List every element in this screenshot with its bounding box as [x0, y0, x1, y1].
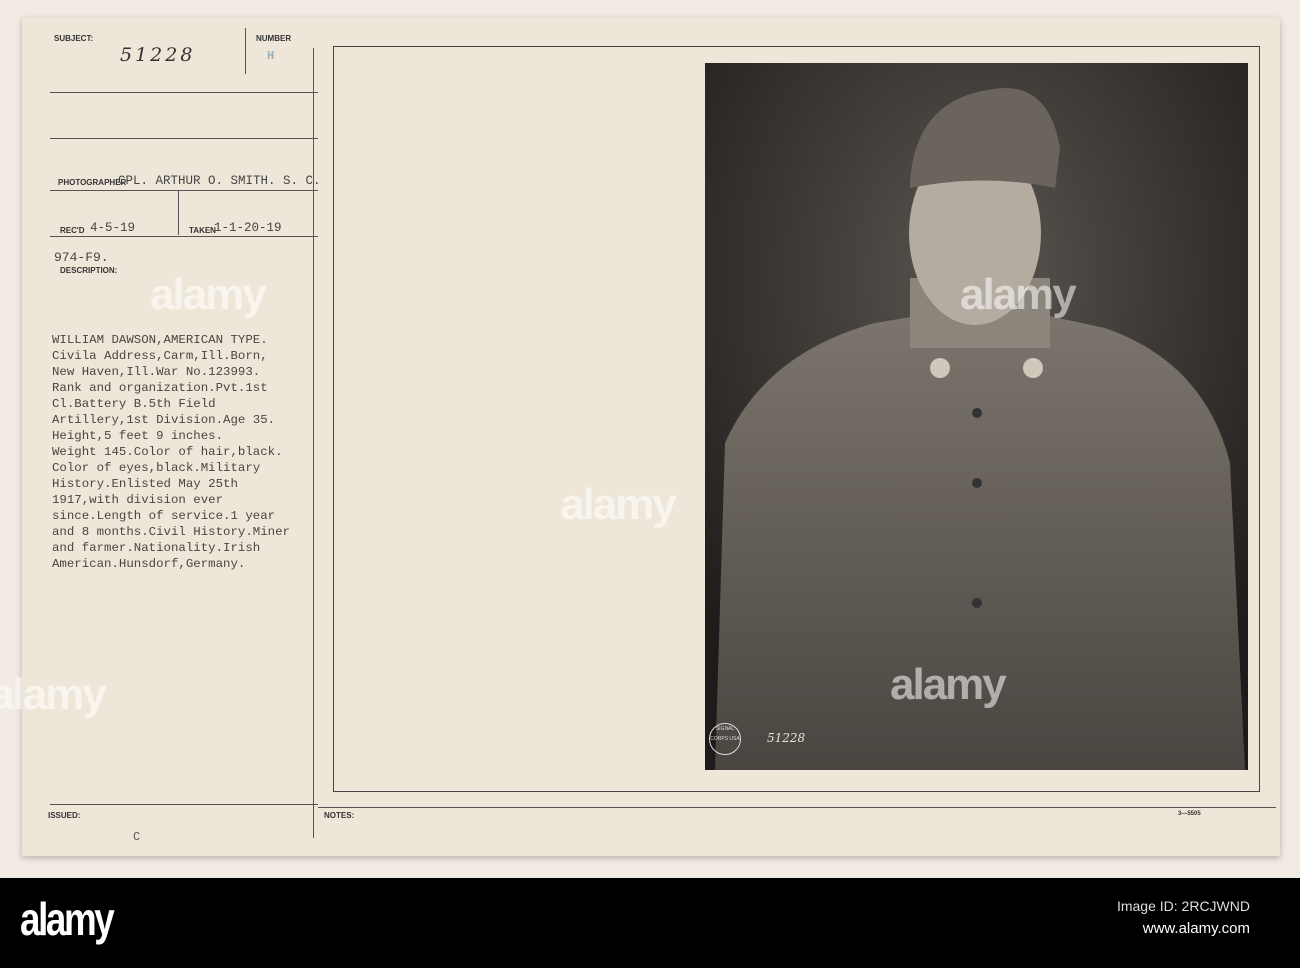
description-text: WILLIAM DAWSON,AMERICAN TYPE. Civila Addr… [52, 333, 290, 571]
description-label: DESCRIPTION: [60, 266, 118, 275]
number-label: NUMBER [256, 34, 292, 43]
photographer-label: PHOTOGRAPHER [58, 178, 127, 187]
issued-value: C [133, 830, 141, 844]
watermark: alamy [0, 670, 107, 719]
file-code: 974-F9. [54, 250, 109, 265]
issued-label: ISSUED: [48, 811, 81, 820]
subject-value: 51228 [120, 44, 196, 66]
alamy-logo: alamy [20, 893, 115, 945]
alamy-footer: alamy Image ID: 2RCJWND www.alamy.com [0, 878, 1300, 968]
watermark: alamy [890, 660, 1007, 709]
taken-label: TAKEN [189, 226, 216, 235]
form-number: 3—5505 [1178, 811, 1201, 817]
recd-label: REC'D [60, 226, 85, 235]
image-id: Image ID: 2RCJWND [1116, 898, 1250, 914]
watermark: alamy [560, 480, 677, 529]
alamy-url[interactable]: www.alamy.com [1143, 920, 1250, 937]
watermark: alamy [960, 270, 1077, 319]
recd-value: 4-5-19 [90, 221, 136, 235]
subject-label: SUBJECT: [54, 34, 94, 43]
photographer-value: CPL. ARTHUR O. SMITH. S. C. [118, 174, 321, 188]
photo-stamp-number: 51228 [767, 731, 806, 745]
notes-label: NOTES: [324, 811, 355, 820]
signal-corps-seal: SIGNAL CORPS USA [709, 723, 741, 755]
number-value: H [267, 49, 275, 63]
taken-value: 1-1-20-19 [214, 221, 282, 235]
watermark: alamy [150, 270, 267, 319]
